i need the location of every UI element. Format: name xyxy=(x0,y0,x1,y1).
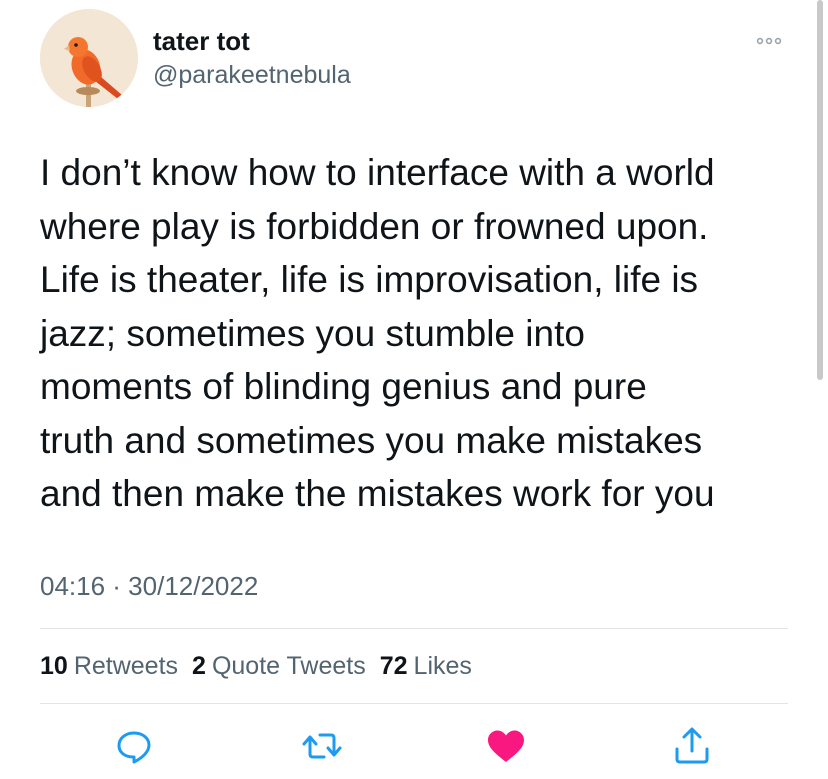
tweet-text: I don’t know how to interface with a wor… xyxy=(40,146,810,521)
tweet-text-line: moments of blinding genius and pure xyxy=(40,366,647,407)
reply-icon xyxy=(117,731,151,764)
tweet-text-line: Life is theater, life is improvisation, … xyxy=(40,259,699,300)
tweet-text-line: and then make the mistakes work for you xyxy=(40,473,715,514)
share-button[interactable] xyxy=(670,724,714,768)
retweet-icon xyxy=(302,733,342,759)
divider xyxy=(40,628,788,629)
scrollbar[interactable] xyxy=(817,0,823,380)
likes-stat[interactable]: 72 Likes xyxy=(380,650,472,682)
tweet-stats: 10 Retweets 2 Quote Tweets 72 Likes xyxy=(40,650,486,682)
tweet-text-line: jazz; sometimes you stumble into xyxy=(40,312,585,354)
tweet-text-line: I don’t know how to interface with a wor… xyxy=(40,152,715,193)
retweets-stat[interactable]: 10 Retweets xyxy=(40,650,178,682)
more-options-button[interactable] xyxy=(752,24,786,58)
like-button[interactable] xyxy=(484,724,528,768)
retweets-label: Retweets xyxy=(73,652,179,680)
retweets-count: 10 xyxy=(40,652,68,680)
avatar[interactable] xyxy=(40,9,138,107)
author-display-name[interactable]: tater tot xyxy=(153,26,250,56)
reply-button[interactable] xyxy=(112,724,156,768)
share-icon xyxy=(675,727,709,764)
likes-count: 72 xyxy=(379,652,408,680)
likes-label: Likes xyxy=(413,652,472,680)
tweet-timestamp[interactable]: 04:16 · 30/12/2022 xyxy=(40,570,258,602)
parakeet-avatar-icon xyxy=(40,9,138,107)
quote-tweets-stat[interactable]: 2 Quote Tweets xyxy=(192,650,366,682)
retweet-button[interactable] xyxy=(300,724,344,768)
divider xyxy=(40,703,788,704)
quote-tweets-label: Quote Tweets xyxy=(211,652,366,680)
tweet-text-line: truth and sometimes you make mistakes xyxy=(40,419,703,461)
like-icon xyxy=(488,730,524,762)
more-dots-icon xyxy=(756,37,782,45)
tweet-text-line: where play is forbidden or frowned upon. xyxy=(40,205,709,247)
quote-tweets-count: 2 xyxy=(192,652,206,680)
author-handle[interactable]: @parakeetnebula xyxy=(153,60,351,90)
